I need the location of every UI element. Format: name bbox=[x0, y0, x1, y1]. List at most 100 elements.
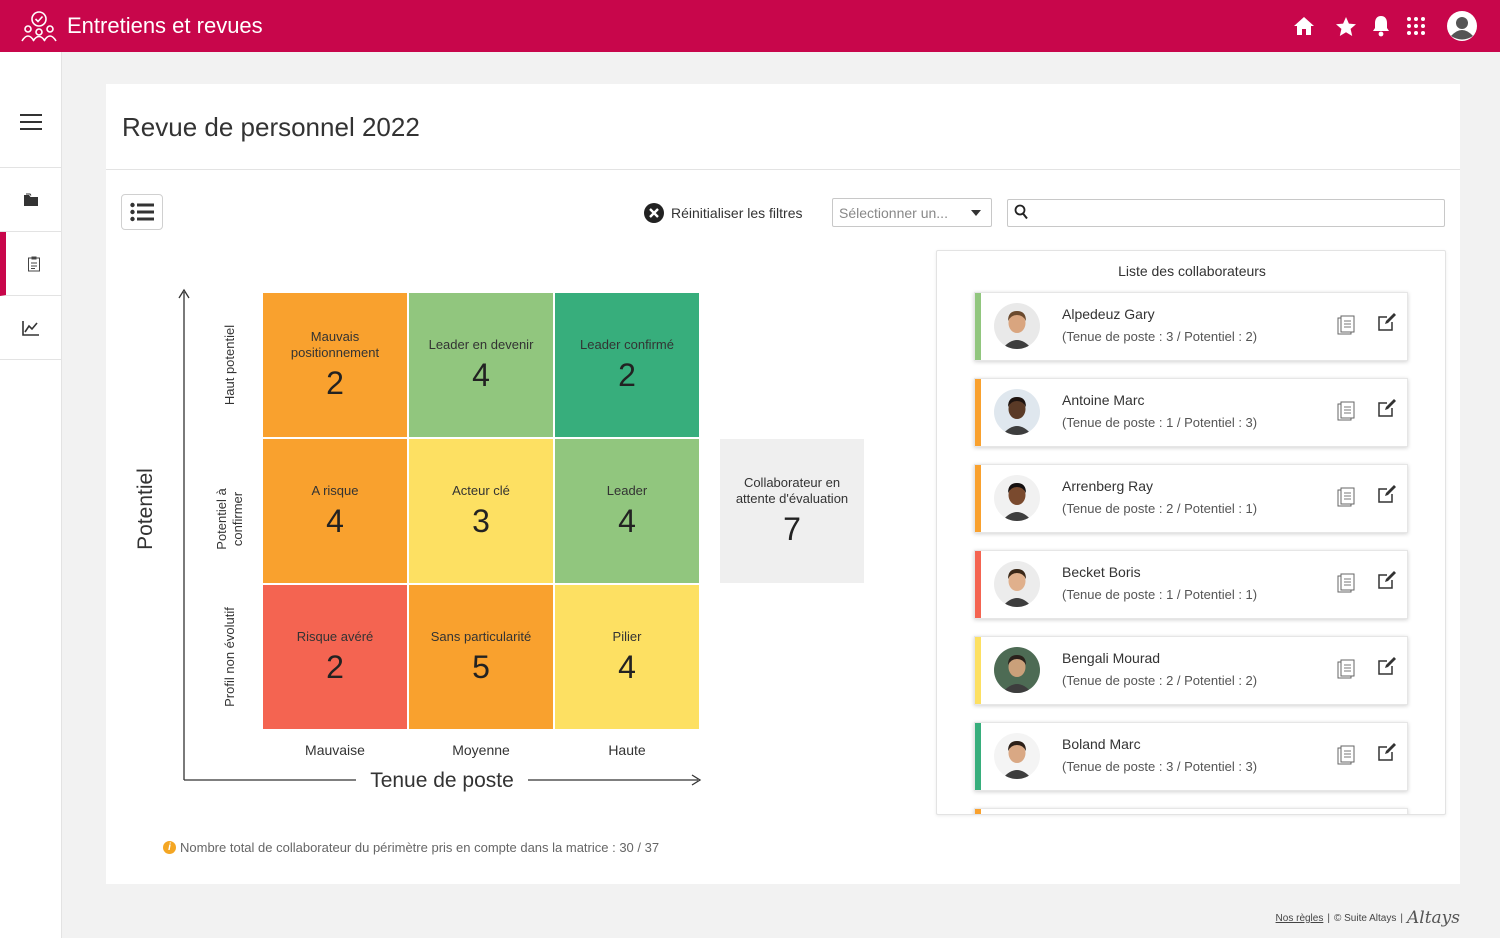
star-icon[interactable] bbox=[1333, 13, 1359, 39]
y-label-high: Haut potentiel bbox=[222, 324, 237, 406]
matrix-cell-leader-confirme[interactable]: Leader confirmé 2 bbox=[555, 293, 699, 437]
collaborator-item[interactable]: Antoine Marc (Tenue de poste : 1 / Potent… bbox=[974, 378, 1408, 447]
collaborator-item[interactable]: Arrenberg Ray (Tenue de poste : 2 / Poten… bbox=[974, 464, 1408, 533]
collaborator-detail: (Tenue de poste : 3 / Potentiel : 3) bbox=[1062, 759, 1258, 774]
cell-label: Acteur clé bbox=[452, 483, 510, 498]
matrix-cell-sans-particularite[interactable]: Sans particularité 5 bbox=[409, 585, 553, 729]
collaborator-item[interactable]: Becket Boris (Tenue de poste : 1 / Potent… bbox=[974, 550, 1408, 619]
document-icon[interactable] bbox=[1337, 401, 1355, 421]
document-icon[interactable] bbox=[1337, 745, 1355, 765]
cell-count: 5 bbox=[472, 649, 490, 685]
status-bar bbox=[975, 465, 981, 532]
total-note-text: Nombre total de collaborateur du périmèt… bbox=[180, 840, 660, 855]
cell-count: 4 bbox=[326, 503, 344, 539]
collaborators-panel: Liste des collaborateurs Alpedeuz Gary (T… bbox=[936, 250, 1446, 815]
matrix-cell-risque-avere[interactable]: Risque avéré 2 bbox=[263, 585, 407, 729]
status-bar bbox=[975, 809, 981, 814]
edit-icon[interactable] bbox=[1377, 312, 1397, 332]
edit-icon[interactable] bbox=[1377, 398, 1397, 418]
collaborator-detail: (Tenue de poste : 3 / Potentiel : 2) bbox=[1062, 329, 1258, 344]
edit-icon[interactable] bbox=[1377, 742, 1397, 762]
app-title: Entretiens et revues bbox=[67, 13, 263, 38]
cell-label: Mauvais positionnement bbox=[290, 329, 380, 360]
matrix-cell-leader-en-devenir[interactable]: Leader en devenir 4 bbox=[409, 293, 553, 437]
edit-icon[interactable] bbox=[1377, 570, 1397, 590]
matrix-cell-leader[interactable]: Leader 4 bbox=[555, 439, 699, 583]
cell-label: Risque avéré bbox=[296, 629, 374, 644]
x-label-medium: Moyenne bbox=[452, 742, 510, 758]
pending-evaluation-cell[interactable]: Collaborateur en attente d'évaluation 7 bbox=[720, 439, 864, 583]
matrix-cell-mauvais-positionnement[interactable]: Mauvais positionnement 2 bbox=[263, 293, 407, 437]
collaborator-name: Antoine Marc bbox=[1062, 392, 1145, 408]
edit-icon[interactable] bbox=[1377, 484, 1397, 504]
cell-count: 4 bbox=[618, 649, 636, 685]
matrix-cell-pilier[interactable]: Pilier 4 bbox=[555, 585, 699, 729]
cell-count: 2 bbox=[326, 649, 344, 685]
document-icon[interactable] bbox=[1337, 659, 1355, 679]
y-label-medium: Potentiel à confirmer bbox=[214, 488, 245, 550]
collaborator-item[interactable]: Boland Marc (Tenue de poste : 3 / Potenti… bbox=[974, 722, 1408, 791]
pending-label: Collaborateur en attente d'évaluation bbox=[735, 475, 849, 506]
y-axis-title: Potentiel bbox=[134, 464, 158, 554]
cell-count: 2 bbox=[326, 365, 344, 401]
sidebar-item-folders[interactable] bbox=[0, 168, 61, 232]
avatar bbox=[994, 389, 1040, 435]
avatar bbox=[994, 733, 1040, 779]
avatar bbox=[994, 475, 1040, 521]
cell-label: Leader bbox=[606, 483, 648, 498]
status-bar bbox=[975, 379, 981, 446]
collaborator-item[interactable]: Alpedeuz Gary (Tenue de poste : 3 / Poten… bbox=[974, 292, 1408, 361]
collaborator-item[interactable]: Bengali Mourad (Tenue de poste : 2 / Pote… bbox=[974, 636, 1408, 705]
collaborator-name: Arrenberg Ray bbox=[1062, 478, 1154, 494]
document-icon[interactable] bbox=[1337, 315, 1355, 335]
app-logo-icon bbox=[21, 11, 57, 42]
matrix-cell-acteur-cle[interactable]: Acteur clé 3 bbox=[409, 439, 553, 583]
cell-count: 2 bbox=[618, 357, 636, 393]
status-bar bbox=[975, 293, 981, 360]
status-bar bbox=[975, 551, 981, 618]
collaborator-detail: (Tenue de poste : 1 / Potentiel : 1) bbox=[1062, 587, 1258, 602]
cell-label: Sans particularité bbox=[430, 629, 532, 644]
filter-select[interactable]: Sélectionner un... bbox=[832, 198, 992, 227]
search-input[interactable] bbox=[1034, 202, 1439, 224]
chevron-down-icon bbox=[971, 210, 981, 216]
info-icon: i bbox=[163, 841, 176, 854]
cell-label: A risque bbox=[311, 483, 359, 498]
x-axis-title: Tenue de poste bbox=[356, 769, 528, 793]
cell-count: 4 bbox=[618, 503, 636, 539]
collaborator-detail: (Tenue de poste : 1 / Potentiel : 3) bbox=[1062, 415, 1258, 430]
collaborator-name: Becket Boris bbox=[1062, 564, 1141, 580]
apps-grid-icon[interactable] bbox=[1403, 13, 1429, 39]
main-card: Revue de personnel 2022 Réinitialiser le… bbox=[106, 84, 1460, 884]
sidebar-menu-toggle[interactable] bbox=[0, 76, 61, 168]
total-note: i Nombre total de collaborateur du périm… bbox=[163, 840, 659, 855]
sidebar-item-statistics[interactable] bbox=[0, 296, 61, 360]
bell-icon[interactable] bbox=[1368, 13, 1394, 39]
search-icon bbox=[1014, 204, 1028, 220]
avatar bbox=[994, 303, 1040, 349]
user-avatar-icon[interactable] bbox=[1446, 10, 1478, 42]
cell-count: 4 bbox=[472, 357, 490, 393]
document-icon[interactable] bbox=[1337, 573, 1355, 593]
rules-link[interactable]: Nos règles bbox=[1276, 913, 1324, 924]
sidebar-item-reviews[interactable] bbox=[0, 232, 61, 296]
x-label-low: Mauvaise bbox=[305, 742, 365, 758]
sidebar bbox=[0, 52, 62, 938]
edit-icon[interactable] bbox=[1377, 656, 1397, 676]
collaborator-detail: (Tenue de poste : 2 / Potentiel : 1) bbox=[1062, 501, 1258, 516]
cell-count: 3 bbox=[472, 503, 490, 539]
x-label-high: Haute bbox=[608, 742, 646, 758]
collaborator-detail: (Tenue de poste : 2 / Potentiel : 2) bbox=[1062, 673, 1258, 688]
clipboard-icon bbox=[27, 256, 40, 271]
cell-label: Pilier bbox=[612, 629, 642, 644]
matrix-cell-a-risque[interactable]: A risque 4 bbox=[263, 439, 407, 583]
footer: Nos règles | © Suite Altays | Altays bbox=[1276, 908, 1460, 928]
cell-label: Leader confirmé bbox=[580, 337, 674, 352]
search-box bbox=[1007, 199, 1445, 227]
home-icon[interactable] bbox=[1291, 13, 1317, 39]
collaborators-title: Liste des collaborateurs bbox=[1118, 263, 1266, 279]
document-icon[interactable] bbox=[1337, 487, 1355, 507]
copyright-text: © Suite Altays bbox=[1333, 912, 1397, 924]
collaborator-item[interactable] bbox=[974, 808, 1408, 814]
y-label-low: Profil non évolutif bbox=[222, 607, 237, 707]
